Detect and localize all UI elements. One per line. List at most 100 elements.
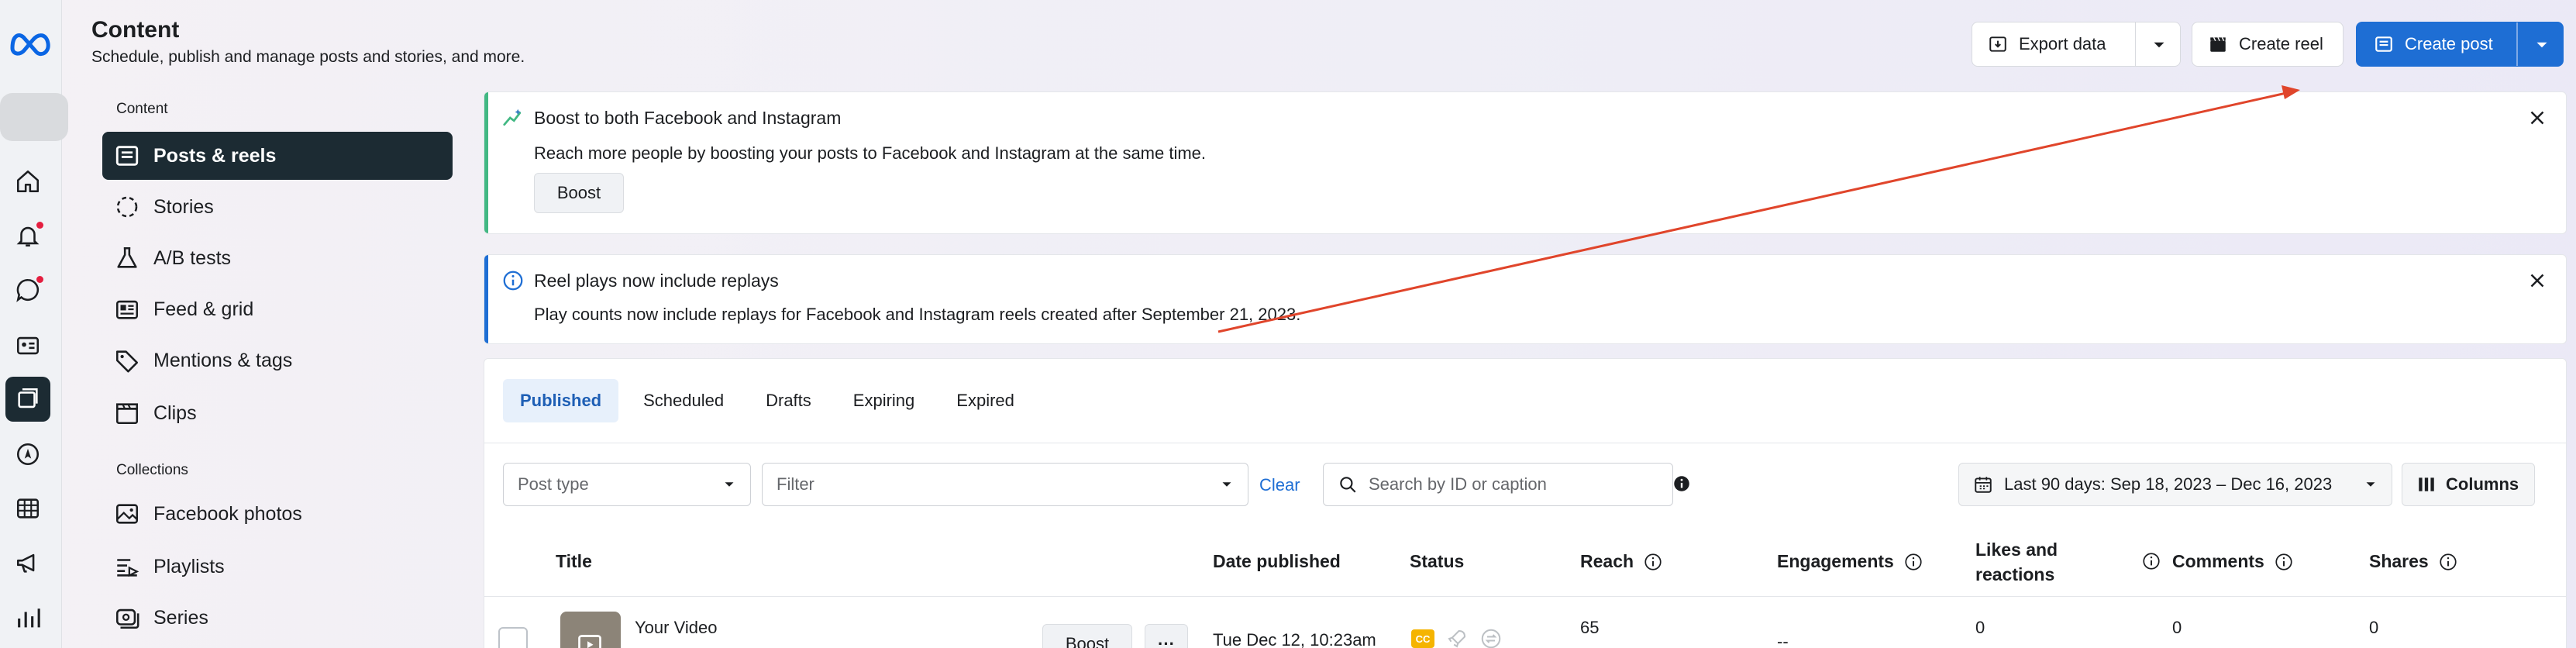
export-data-button[interactable]: Export data	[1972, 22, 2181, 67]
clear-filters-link[interactable]: Clear	[1259, 475, 1300, 495]
date-range-label: Last 90 days: Sep 18, 2023 – Dec 16, 202…	[2004, 474, 2333, 494]
column-header-date-published[interactable]: Date published	[1213, 551, 1341, 572]
sidebar-item-ab-tests[interactable]: A/B tests	[102, 234, 453, 282]
column-header-shares[interactable]: Shares	[2369, 551, 2458, 572]
column-header-status[interactable]: Status	[1410, 551, 1464, 572]
tab-expired[interactable]: Expired	[939, 379, 1031, 422]
column-header-likes-reactions[interactable]: Likes and reactions	[1975, 537, 2058, 587]
calendar-icon	[1973, 474, 1993, 495]
flask-icon	[112, 243, 143, 274]
columns-icon	[2416, 474, 2437, 495]
engagements-cell: --	[1777, 632, 1789, 648]
column-header-engagements[interactable]: Engagements	[1777, 551, 1923, 572]
column-header-reach[interactable]: Reach	[1580, 551, 1663, 572]
notice-body: Reach more people by boosting your posts…	[534, 143, 1207, 163]
divider	[484, 596, 2566, 597]
page-title: Content	[91, 17, 180, 43]
messages-dot	[36, 276, 43, 283]
create-post-label: Create post	[2405, 34, 2493, 53]
column-header-label: Date published	[1213, 551, 1341, 571]
chevron-down-icon	[721, 476, 738, 493]
chevron-down-icon	[2362, 476, 2379, 493]
messages-icon[interactable]	[11, 273, 45, 307]
trend-sparkle-icon	[501, 106, 525, 129]
column-header-comments[interactable]: Comments	[2172, 551, 2294, 572]
boost-button[interactable]: Boost	[534, 173, 624, 213]
download-icon	[1988, 34, 2008, 54]
tab-expiring[interactable]: Expiring	[836, 379, 932, 422]
column-header-label: Title	[556, 551, 592, 571]
sidebar-section-content: Content	[116, 101, 168, 117]
sidebar-item-clips[interactable]: Clips	[102, 389, 453, 437]
columns-button[interactable]: Columns	[2402, 463, 2535, 506]
column-header-label: Likes and	[1975, 539, 2058, 560]
notifications-icon[interactable]	[11, 219, 45, 253]
post-title[interactable]: Your Video	[635, 618, 717, 638]
meta-logo-icon[interactable]	[8, 26, 53, 57]
info-icon[interactable]	[2438, 552, 2458, 572]
row-checkbox[interactable]	[498, 627, 528, 648]
posts-table-card: Published Scheduled Drafts Expiring Expi…	[484, 358, 2567, 648]
create-post-button[interactable]: Create post	[2356, 22, 2564, 67]
column-header-label: reactions	[1975, 564, 2055, 584]
info-icon[interactable]	[1903, 552, 1923, 572]
close-icon[interactable]	[2526, 269, 2549, 292]
clapperboard-icon	[112, 398, 143, 429]
column-header-label: Engagements	[1777, 551, 1894, 571]
sidebar-item-label: Series	[153, 606, 208, 629]
sidebar-item-facebook-photos[interactable]: Facebook photos	[102, 490, 453, 538]
close-icon[interactable]	[2526, 106, 2549, 129]
chevron-down-icon[interactable]	[2149, 35, 2169, 60]
divider	[2516, 22, 2518, 66]
sidebar-item-mentions-tags[interactable]: Mentions & tags	[102, 336, 453, 384]
notification-dot	[36, 222, 43, 229]
captions-badge: CC	[1411, 629, 1434, 648]
filter-select[interactable]: Filter	[762, 463, 1248, 506]
post-type-select[interactable]: Post type	[503, 463, 751, 506]
home-icon[interactable]	[11, 164, 45, 198]
sidebar-item-stories[interactable]: Stories	[102, 183, 453, 231]
table-icon[interactable]	[11, 491, 45, 526]
info-icon[interactable]	[1643, 552, 1663, 572]
row-boost-button[interactable]: Boost	[1042, 624, 1132, 648]
content-icon[interactable]	[5, 377, 50, 422]
tab-published[interactable]: Published	[503, 379, 619, 422]
megaphone-icon[interactable]	[11, 546, 45, 580]
compass-icon[interactable]	[11, 437, 45, 471]
contacts-card-icon[interactable]	[11, 329, 45, 363]
crosspost-icon	[1481, 629, 1501, 648]
account-pill[interactable]	[0, 93, 68, 141]
column-header-title[interactable]: Title	[556, 551, 592, 572]
date-range-picker[interactable]: Last 90 days: Sep 18, 2023 – Dec 16, 202…	[1958, 463, 2392, 506]
notice-accent-bar	[484, 255, 488, 343]
insights-icon[interactable]	[11, 601, 45, 636]
info-icon[interactable]	[2274, 552, 2294, 572]
sidebar-item-series[interactable]: Series	[102, 594, 453, 642]
column-header-label: Reach	[1580, 551, 1634, 571]
tab-scheduled[interactable]: Scheduled	[626, 379, 741, 422]
page-subtitle: Schedule, publish and manage posts and s…	[91, 48, 525, 66]
info-icon[interactable]	[1672, 474, 1692, 494]
comments-cell: 0	[2172, 618, 2182, 637]
sidebar-item-posts-reels[interactable]: Posts & reels	[102, 132, 453, 180]
notice-title: Reel plays now include replays	[534, 271, 779, 291]
info-icon[interactable]	[2141, 551, 2161, 571]
likes-info[interactable]	[2141, 551, 2161, 571]
sidebar-item-label: Mentions & tags	[153, 349, 293, 371]
columns-label: Columns	[2446, 474, 2519, 494]
chevron-down-icon	[1218, 476, 1235, 493]
boost-notice: Boost to both Facebook and Instagram Rea…	[484, 91, 2567, 234]
create-reel-button[interactable]: Create reel	[2192, 22, 2344, 67]
more-options-button[interactable]: ···	[1145, 624, 1188, 648]
tab-drafts[interactable]: Drafts	[749, 379, 828, 422]
search-icon	[1338, 474, 1358, 495]
search-input[interactable]: Search by ID or caption	[1323, 463, 1673, 506]
divider	[2135, 22, 2136, 66]
sidebar-item-feed-grid[interactable]: Feed & grid	[102, 285, 453, 333]
chevron-down-icon[interactable]	[2532, 35, 2552, 60]
video-thumbnail[interactable]	[560, 612, 621, 648]
clapperboard-icon	[2208, 34, 2228, 54]
post-type-placeholder: Post type	[518, 474, 589, 494]
sidebar-item-playlists[interactable]: Playlists	[102, 543, 453, 591]
sidebar-item-label: Posts & reels	[153, 144, 277, 167]
